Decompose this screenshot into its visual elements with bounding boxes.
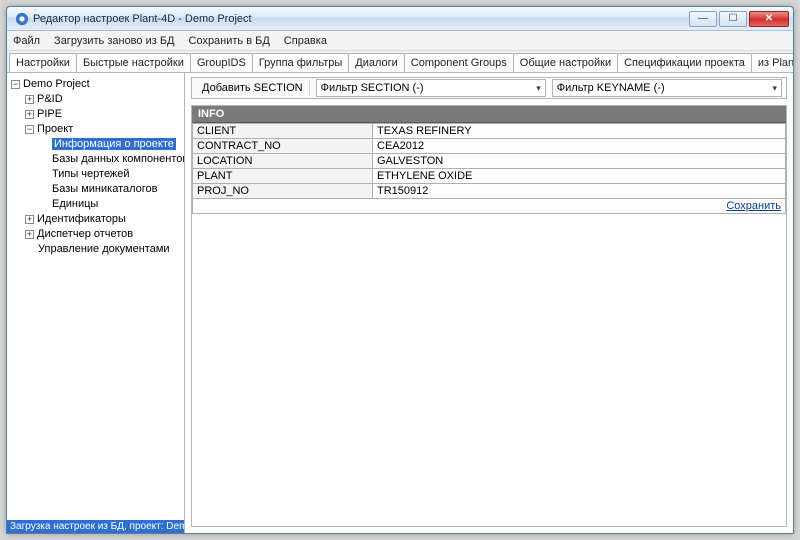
chevron-down-icon: ▾ [536, 83, 541, 94]
table-row[interactable]: CONTRACT_NOCEA2012 [193, 139, 786, 154]
chevron-down-icon: ▾ [772, 83, 777, 94]
value-cell[interactable]: ETHYLENE OXIDE [373, 169, 786, 184]
tree-doc-management[interactable]: Управление документами [25, 242, 182, 257]
save-row: Сохранить [193, 199, 786, 214]
section-toolbar: Добавить SECTION Фильтр SECTION (-) ▾ Фи… [191, 77, 787, 99]
content-area: −Demo Project +P&ID +PIPE −Проект Информ… [7, 73, 793, 533]
section-header[interactable]: INFO [192, 106, 786, 123]
table-row[interactable]: PROJ_NOTR150912 [193, 184, 786, 199]
key-cell[interactable]: PROJ_NO [193, 184, 373, 199]
tree-pipe[interactable]: +PIPE [25, 107, 182, 122]
table-row[interactable]: PLANTETHYLENE OXIDE [193, 169, 786, 184]
status-bar: Загрузка настроек из БД, проект: Demo Pr… [7, 520, 184, 533]
filter-keyname-dropdown[interactable]: Фильтр KEYNAME (-) ▾ [552, 79, 782, 97]
key-cell[interactable]: LOCATION [193, 154, 373, 169]
close-button[interactable]: ✕ [749, 11, 789, 27]
titlebar[interactable]: Редактор настроек Plant-4D - Demo Projec… [7, 7, 793, 31]
tree-root[interactable]: −Demo Project +P&ID +PIPE −Проект Информ… [11, 77, 182, 257]
tab-settings[interactable]: Настройки [9, 53, 77, 72]
filter-section-dropdown[interactable]: Фильтр SECTION (-) ▾ [316, 79, 546, 97]
tabstrip: Настройки Быстрые настройки GroupIDS Гру… [7, 51, 793, 73]
menu-save[interactable]: Сохранить в БД [189, 35, 270, 47]
menubar: Файл Загрузить заново из БД Сохранить в … [7, 31, 793, 51]
key-cell[interactable]: CLIENT [193, 124, 373, 139]
key-cell[interactable]: PLANT [193, 169, 373, 184]
tree-project[interactable]: −Проект Информация о проекте Базы данных… [25, 122, 182, 212]
tree-project-info[interactable]: Информация о проекте [39, 137, 182, 152]
value-cell[interactable]: GALVESTON [373, 154, 786, 169]
tree-drawing-types[interactable]: Типы чертежей [39, 167, 182, 182]
tab-project-specs[interactable]: Спецификации проекта [617, 53, 752, 72]
filter-section-label: Фильтр SECTION (-) [321, 82, 424, 94]
tab-groupids[interactable]: GroupIDS [190, 53, 253, 72]
value-cell[interactable]: TR150912 [373, 184, 786, 199]
minus-icon[interactable]: − [11, 80, 20, 89]
plus-icon[interactable]: + [25, 95, 34, 104]
menu-help[interactable]: Справка [284, 35, 327, 47]
table-row[interactable]: CLIENTTEXAS REFINERY [193, 124, 786, 139]
plus-icon[interactable]: + [25, 215, 34, 224]
app-icon [15, 12, 29, 26]
tree-panel: −Demo Project +P&ID +PIPE −Проект Информ… [7, 73, 185, 533]
key-cell[interactable]: CONTRACT_NO [193, 139, 373, 154]
tab-plant4d-isogen[interactable]: из Plant4D в Изоген [751, 53, 793, 72]
tab-component-groups[interactable]: Component Groups [404, 53, 514, 72]
tab-group-filters[interactable]: Группа фильтры [252, 53, 349, 72]
value-cell[interactable]: TEXAS REFINERY [373, 124, 786, 139]
app-window: Редактор настроек Plant-4D - Demo Projec… [6, 6, 794, 534]
data-grid: INFO CLIENTTEXAS REFINERY CONTRACT_NOCEA… [191, 105, 787, 527]
add-section-button[interactable]: Добавить SECTION [196, 80, 310, 96]
value-cell[interactable]: CEA2012 [373, 139, 786, 154]
right-panel: Добавить SECTION Фильтр SECTION (-) ▾ Фи… [185, 73, 793, 533]
plus-icon[interactable]: + [25, 230, 34, 239]
table-row[interactable]: LOCATIONGALVESTON [193, 154, 786, 169]
tree-minicatalog-db[interactable]: Базы миникаталогов [39, 182, 182, 197]
minimize-button[interactable]: — [689, 11, 717, 27]
minus-icon[interactable]: − [25, 125, 34, 134]
filter-keyname-label: Фильтр KEYNAME (-) [557, 82, 665, 94]
tree-units[interactable]: Единицы [39, 197, 182, 212]
tree-report-dispatcher[interactable]: +Диспетчер отчетов [25, 227, 182, 242]
tab-dialogs[interactable]: Диалоги [348, 53, 405, 72]
window-title: Редактор настроек Plant-4D - Demo Projec… [33, 13, 687, 25]
menu-reload[interactable]: Загрузить заново из БД [54, 35, 174, 47]
tree-component-db[interactable]: Базы данных компонентов [39, 152, 182, 167]
key-value-table: CLIENTTEXAS REFINERY CONTRACT_NOCEA2012 … [192, 123, 786, 214]
tab-quick-settings[interactable]: Быстрые настройки [76, 53, 191, 72]
plus-icon[interactable]: + [25, 110, 34, 119]
tree-pid[interactable]: +P&ID [25, 92, 182, 107]
save-link[interactable]: Сохранить [726, 200, 781, 212]
maximize-button[interactable]: ☐ [719, 11, 747, 27]
tab-general-settings[interactable]: Общие настройки [513, 53, 618, 72]
tree-identifiers[interactable]: +Идентификаторы [25, 212, 182, 227]
menu-file[interactable]: Файл [13, 35, 40, 47]
